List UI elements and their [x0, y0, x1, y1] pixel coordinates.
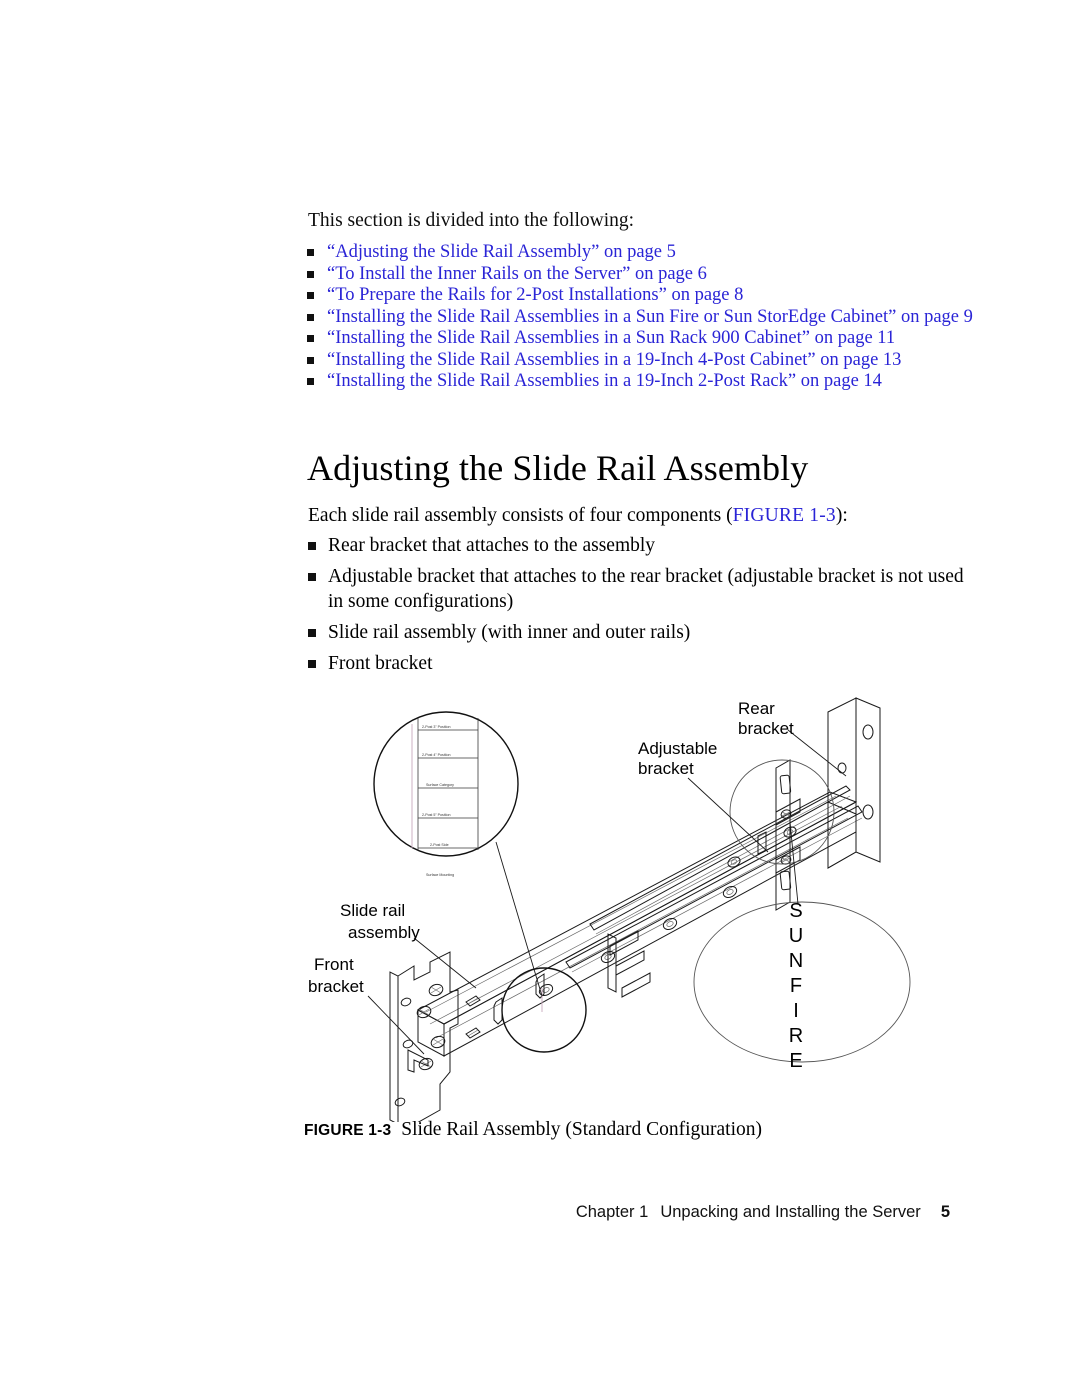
detail-magnifier-top: 2-Post 3" Position 2-Post 4" Position Su…: [373, 711, 543, 997]
bullet-icon: [307, 335, 314, 342]
list-item[interactable]: “Installing the Slide Rail Assemblies in…: [303, 350, 983, 372]
cross-reference-link[interactable]: “Adjusting the Slide Rail Assembly” on p…: [327, 242, 983, 264]
callout-adjustable-bracket-line2: bracket: [638, 759, 694, 778]
list-item[interactable]: “Installing the Slide Rail Assemblies in…: [303, 307, 983, 329]
detail-label-4: 2-Post Side: [430, 843, 449, 847]
figure-reference-link[interactable]: FIGURE 1-3: [733, 505, 836, 526]
list-item[interactable]: “Adjusting the Slide Rail Assembly” on p…: [303, 242, 983, 264]
footer-page-number: 5: [940, 1203, 950, 1221]
list-item[interactable]: “To Prepare the Rails for 2-Post Install…: [303, 285, 983, 307]
bullet-icon: [307, 270, 314, 278]
list-item: Slide rail assembly (with inner and oute…: [303, 620, 983, 645]
detail-label-1: 2-Post 4" Position: [422, 753, 450, 757]
callout-front-bracket-line1: Front: [314, 955, 354, 974]
component-label: Adjustable bracket that attaches to the …: [328, 566, 964, 612]
callout-adjustable-bracket-line1: Adjustable: [638, 739, 717, 758]
page-title: Adjusting the Slide Rail Assembly: [307, 448, 809, 488]
bullet-icon: [307, 356, 314, 364]
callout-slide-rail-line2: assembly: [348, 923, 420, 942]
callout-rear-bracket-line1: Rear: [738, 699, 775, 718]
cross-reference-list: “Adjusting the Slide Rail Assembly” on p…: [303, 242, 983, 393]
figure-illustration: 2-Post 3" Position 2-Post 4" Position Su…: [290, 672, 990, 1122]
detail-label-0: 2-Post 3" Position: [422, 725, 450, 729]
page-footer: Chapter 1 Unpacking and Installing the Se…: [0, 1203, 950, 1222]
list-item: Adjustable bracket that attaches to the …: [303, 564, 983, 614]
component-label: Front bracket: [328, 653, 433, 674]
sunfire-letter-f: F: [790, 975, 802, 997]
component-list: Rear bracket that attaches to the assemb…: [303, 533, 983, 682]
cross-reference-link[interactable]: “Installing the Slide Rail Assemblies in…: [327, 328, 983, 350]
bullet-icon: [307, 249, 314, 256]
list-item[interactable]: “Installing the Slide Rail Assemblies in…: [303, 371, 983, 393]
sunfire-detail-ellipse: S U N F I R E: [693, 821, 911, 1072]
component-label: Rear bracket that attaches to the assemb…: [328, 535, 656, 556]
bullet-icon: [308, 542, 316, 550]
list-item[interactable]: “To Install the Inner Rails on the Serve…: [303, 264, 983, 286]
sunfire-letter-e: E: [789, 1050, 802, 1072]
callout-slide-rail-line1: Slide rail: [340, 901, 405, 920]
cross-reference-link[interactable]: “Installing the Slide Rail Assemblies in…: [327, 371, 983, 393]
bullet-icon: [308, 573, 316, 581]
lead-paragraph: Each slide rail assembly consists of fou…: [308, 503, 988, 528]
detail-label-3: 2-Post 5" Position: [422, 813, 450, 817]
bullet-icon: [307, 313, 314, 321]
footer-chapter: Chapter 1: [575, 1203, 649, 1221]
document-page: This section is divided into the followi…: [0, 0, 1080, 1397]
detail-label-2: Surface Category: [426, 783, 454, 787]
cross-reference-link[interactable]: “To Install the Inner Rails on the Serve…: [327, 264, 983, 286]
callout-rear-bracket-line2: bracket: [738, 719, 794, 738]
cross-reference-link[interactable]: “To Prepare the Rails for 2-Post Install…: [327, 285, 983, 307]
list-item: Rear bracket that attaches to the assemb…: [303, 533, 983, 558]
sunfire-letter-i: I: [793, 1000, 799, 1022]
sunfire-letter-r: R: [789, 1025, 803, 1047]
sunfire-letter-n: N: [789, 950, 803, 972]
bullet-icon: [307, 292, 314, 299]
figure-caption: FIGURE 1-3 Slide Rail Assembly (Standard …: [304, 1118, 762, 1143]
intro-paragraph: This section is divided into the followi…: [308, 210, 635, 231]
lead-suffix: ):: [835, 505, 848, 526]
callout-labels: Rear bracket Adjustable bracket Slide ra…: [308, 699, 794, 996]
bullet-icon: [308, 629, 316, 637]
component-label: Slide rail assembly (with inner and oute…: [328, 622, 691, 643]
cross-reference-link[interactable]: “Installing the Slide Rail Assemblies in…: [327, 350, 983, 372]
footer-title: Unpacking and Installing the Server: [660, 1203, 921, 1221]
lead-prefix: Each slide rail assembly consists of fou…: [308, 505, 733, 526]
detail-label-5: Surface Mounting: [426, 873, 454, 877]
figure-caption-text: Slide Rail Assembly (Standard Configurat…: [401, 1119, 762, 1140]
bullet-icon: [307, 378, 314, 385]
cross-reference-link[interactable]: “Installing the Slide Rail Assemblies in…: [327, 307, 983, 329]
sunfire-letter-u: U: [789, 925, 803, 947]
figure-caption-tag: FIGURE 1-3: [304, 1122, 392, 1139]
front-bracket-graphic: [389, 951, 481, 1122]
callout-front-bracket-line2: bracket: [308, 977, 364, 996]
list-item[interactable]: “Installing the Slide Rail Assemblies in…: [303, 328, 983, 350]
sunfire-letter-s: S: [789, 900, 802, 922]
bullet-icon: [308, 660, 316, 668]
